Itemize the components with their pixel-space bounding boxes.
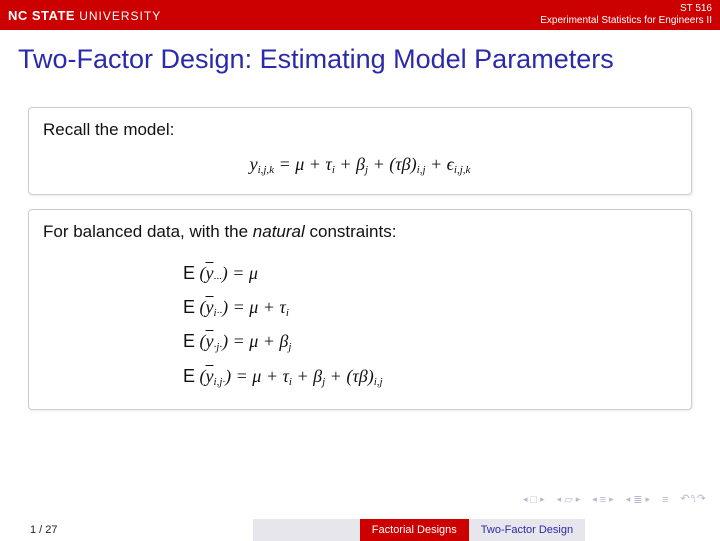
eq-line: E (yi··) = μ + τi (183, 290, 677, 324)
header-bar: NC STATE UNIVERSITY ST 516 Experimental … (0, 0, 720, 30)
logo-sub: UNIVERSITY (79, 9, 161, 23)
nav-appendix-icon[interactable]: ≡ (662, 494, 670, 506)
page-counter: 1 / 27 (0, 519, 90, 541)
model-block: Recall the model: yi,j,k = μ + τi + βj +… (28, 107, 692, 195)
model-equation: yi,j,k = μ + τi + βj + (τβ)i,j + ϵi,j,k (43, 154, 677, 176)
model-intro: Recall the model: (43, 120, 677, 140)
course-name: Experimental Statistics for Engineers II (540, 15, 712, 27)
footer-spacer (253, 519, 360, 541)
course-code: ST 516 (540, 3, 712, 15)
footer-bar: 1 / 27 Factorial Designs Two-Factor Desi… (0, 519, 720, 541)
eq-line: E (y···) = μ (183, 256, 677, 290)
nav-frame-icon[interactable]: ◂▱▸ (557, 493, 583, 506)
expectation-equations: E (y···) = μ E (yi··) = μ + τi E (y·j·) … (183, 256, 677, 393)
constraints-intro: For balanced data, with the natural cons… (43, 222, 677, 242)
slide-content: Recall the model: yi,j,k = μ + τi + βj +… (0, 81, 720, 410)
footer-section[interactable]: Factorial Designs (360, 519, 469, 541)
eq-line: E (y·j·) = μ + βj (183, 324, 677, 358)
beamer-nav-symbols[interactable]: ◂□▸ ◂▱▸ ◂≡▸ ◂≣▸ ≡ ↶৭↷ (523, 490, 706, 509)
nav-back-forward-icon[interactable]: ↶৭↷ (680, 490, 706, 509)
footer-spacer (585, 519, 720, 541)
constraints-block: For balanced data, with the natural cons… (28, 209, 692, 410)
nav-slide-icon[interactable]: ◂□▸ (523, 494, 547, 506)
nav-section-icon[interactable]: ◂≡▸ (592, 494, 615, 506)
footer-subsection[interactable]: Two-Factor Design (469, 519, 585, 541)
logo-main: NC STATE (8, 8, 75, 23)
nav-subsection-icon[interactable]: ◂≣▸ (626, 493, 652, 506)
institution-logo: NC STATE UNIVERSITY (8, 8, 161, 23)
footer-spacer (90, 519, 253, 541)
course-info: ST 516 Experimental Statistics for Engin… (540, 3, 712, 27)
slide-title: Two-Factor Design: Estimating Model Para… (0, 30, 720, 81)
eq-line: E (yi,j·) = μ + τi + βj + (τβ)i,j (183, 359, 677, 393)
